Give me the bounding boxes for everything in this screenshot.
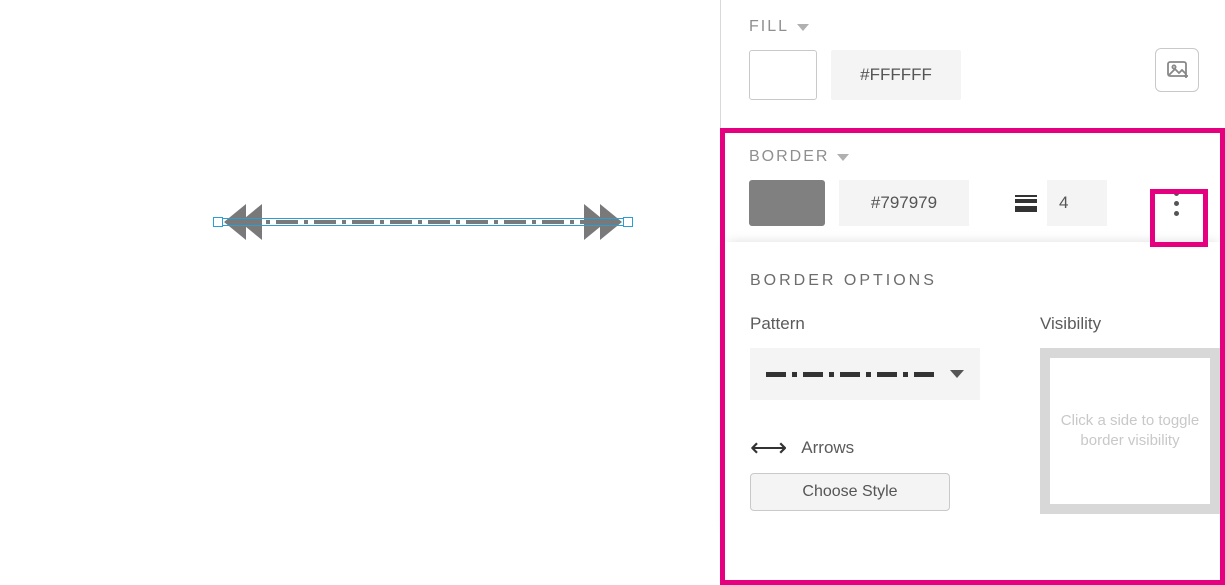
line-body (238, 220, 608, 224)
border-section: BORDER (721, 110, 1225, 236)
border-title: BORDER (749, 148, 829, 166)
fill-title: FILL (749, 18, 789, 36)
visibility-label: Visibility (1040, 314, 1220, 334)
left-right-arrow-icon: ⟷ (750, 432, 787, 463)
visibility-hint: Click a side to toggle border visibility (1058, 411, 1202, 452)
border-width-icon (1015, 195, 1037, 212)
caret-down-icon (797, 24, 809, 31)
caret-down-icon (837, 154, 849, 161)
dots-icon (1174, 211, 1179, 216)
canvas[interactable] (0, 0, 720, 585)
chevron-down-icon (950, 370, 964, 378)
border-hex-input[interactable] (839, 180, 969, 226)
arrowhead-right-icon (600, 204, 622, 240)
border-header[interactable]: BORDER (749, 148, 1197, 166)
pattern-select[interactable] (750, 348, 980, 400)
border-color-swatch[interactable] (749, 180, 825, 226)
image-fill-button[interactable] (1155, 48, 1199, 92)
border-width-input[interactable] (1047, 180, 1107, 226)
resize-handle-left[interactable] (213, 217, 223, 227)
choose-style-button[interactable]: Choose Style (750, 473, 950, 511)
selected-line-object[interactable] (218, 192, 628, 252)
image-icon (1165, 58, 1189, 82)
dots-icon (1174, 191, 1179, 196)
pattern-label: Pattern (750, 314, 980, 334)
fill-section: FILL (721, 0, 1225, 110)
fill-color-swatch[interactable] (749, 50, 817, 100)
arrows-label: Arrows (801, 438, 854, 458)
dots-icon (1174, 201, 1179, 206)
fill-hex-input[interactable] (831, 50, 961, 100)
border-options-title: BORDER OPTIONS (750, 272, 1195, 290)
border-options-popover: BORDER OPTIONS Pattern ⟷ Arrows Choose S… (720, 242, 1225, 544)
resize-handle-right[interactable] (623, 217, 633, 227)
fill-header[interactable]: FILL (749, 18, 1197, 36)
visibility-box[interactable]: Click a side to toggle border visibility (1040, 348, 1220, 514)
pattern-preview-icon (766, 372, 936, 377)
border-more-button[interactable] (1155, 182, 1197, 224)
